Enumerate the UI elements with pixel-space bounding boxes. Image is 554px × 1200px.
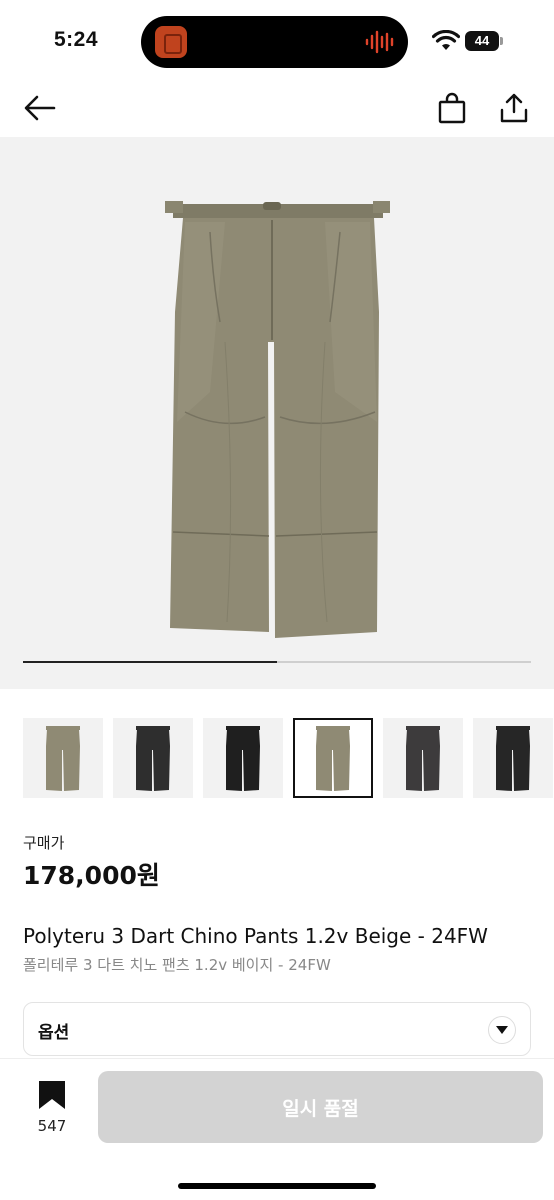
island-app-icon (155, 26, 187, 58)
audio-wave-icon (365, 30, 394, 54)
option-label: 옵션 (38, 1023, 70, 1043)
color-variant-thumbnail[interactable] (293, 718, 373, 798)
top-nav (0, 80, 554, 136)
share-button[interactable] (494, 88, 534, 128)
share-icon (500, 93, 528, 123)
carousel-progress-fill (23, 661, 277, 663)
color-variant-thumbnail[interactable] (383, 718, 463, 798)
color-variant-thumbnail[interactable] (23, 718, 103, 798)
product-title-english: Polyteru 3 Dart Chino Pants 1.2v Beige -… (23, 924, 488, 948)
status-time: 5:24 (54, 28, 99, 51)
color-variant-thumbnail[interactable] (113, 718, 193, 798)
carousel-progress (23, 661, 531, 663)
battery-level: 44 (474, 33, 490, 48)
option-selector[interactable]: 옵션 (23, 1002, 531, 1056)
pants-thumbnail-image (226, 726, 260, 791)
pants-thumbnail-image (316, 726, 350, 791)
pants-thumbnail-image (406, 726, 440, 791)
color-variant-thumbnail[interactable] (473, 718, 553, 798)
shopping-bag-icon (438, 92, 466, 124)
cart-button[interactable] (432, 88, 472, 128)
bookmark-icon (39, 1081, 65, 1109)
back-button[interactable] (20, 88, 60, 128)
price-label: 구매가 (23, 834, 65, 852)
pants-thumbnail-image (136, 726, 170, 791)
product-image-carousel[interactable] (0, 137, 554, 689)
product-title-korean: 폴리테루 3 다트 치노 팬츠 1.2v 베이지 - 24FW (23, 956, 331, 974)
pants-thumbnail-image (496, 726, 530, 791)
wifi-icon (432, 30, 460, 50)
option-toggle-button[interactable] (488, 1016, 516, 1044)
bookmark-button[interactable]: 547 (30, 1079, 74, 1139)
pants-thumbnail-image (46, 726, 80, 791)
product-image-pants (165, 201, 390, 638)
arrow-left-icon (24, 95, 56, 121)
battery-icon: 44 (465, 31, 503, 51)
status-bar: 5:24 44 (0, 0, 554, 80)
price-value: 178,000원 (23, 861, 160, 890)
bookmark-count: 547 (37, 1117, 67, 1135)
triangle-down-icon (496, 1026, 508, 1034)
sold-out-button[interactable]: 일시 품절 (98, 1071, 543, 1143)
bottom-action-bar: 547 일시 품절 (0, 1058, 554, 1200)
color-variant-thumbnail[interactable] (203, 718, 283, 798)
dynamic-island (141, 16, 408, 68)
home-indicator (178, 1183, 376, 1189)
color-variant-thumbnails (0, 718, 554, 800)
